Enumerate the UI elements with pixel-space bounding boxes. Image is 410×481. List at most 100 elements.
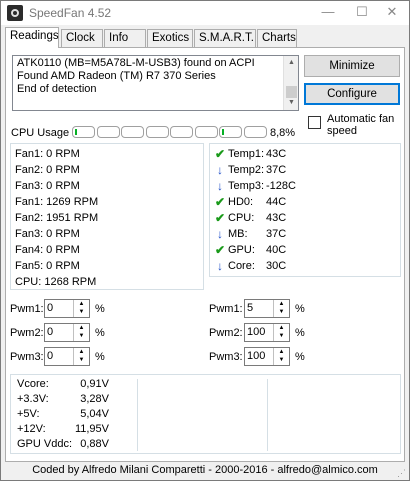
- log-line: ATK0110 (MB=M5A78L-M-USB3) found on ACPI: [17, 57, 255, 69]
- voltage-label: GPU Vddc:: [17, 438, 73, 450]
- spin-down-icon[interactable]: ▼: [274, 356, 289, 364]
- tab-charts[interactable]: Charts: [257, 29, 297, 47]
- fan-reading: Fan5: 0 RPM: [15, 260, 80, 272]
- fan-reading: Fan1: 0 RPM: [15, 148, 80, 160]
- percent-sign: %: [295, 351, 305, 363]
- percent-sign: %: [295, 303, 305, 315]
- arrow-down-icon: ↓: [217, 163, 223, 177]
- readings-panel: ATK0110 (MB=M5A78L-M-USB3) found on ACPI…: [5, 47, 405, 462]
- speedfan-app-icon: [7, 5, 23, 21]
- voltage-value: 3,28V: [80, 393, 109, 405]
- temp-value: 43C: [266, 212, 287, 224]
- percent-sign: %: [295, 327, 305, 339]
- cpu-core-meter-fill: [75, 129, 77, 135]
- log-line: End of detection: [17, 83, 97, 95]
- tab-info[interactable]: Info: [104, 29, 146, 47]
- pwm2-label: Pwm2:: [209, 327, 243, 339]
- pwm3-label: Pwm3:: [10, 351, 44, 363]
- spin-down-icon[interactable]: ▼: [74, 332, 89, 340]
- tab-readings[interactable]: Readings: [5, 27, 59, 48]
- pwm3-value: 100: [247, 350, 266, 362]
- voltage-value: 0,91V: [80, 378, 109, 390]
- log-scrollbar[interactable]: ▲ ▼: [283, 56, 298, 110]
- minimize-window-button[interactable]: —: [311, 1, 345, 25]
- voltage-column-divider: [267, 379, 268, 451]
- cpu-core-meter: [72, 126, 95, 138]
- arrow-down-icon: ↓: [217, 259, 223, 273]
- status-credits: Coded by Alfredo Milani Comparetti - 200…: [32, 464, 378, 476]
- voltage-column-divider: [137, 379, 138, 451]
- fan-reading: CPU: 1268 RPM: [15, 276, 97, 288]
- cpu-usage-label: CPU Usage: [11, 127, 70, 139]
- pwm1-stepper[interactable]: 5 ▲ ▼: [244, 299, 290, 318]
- temperatures-group: ✔ Temp1: 43C ↓ Temp2: 37C ↓ Temp3: -128C…: [209, 143, 401, 277]
- minimize-button[interactable]: Minimize: [304, 55, 400, 77]
- pwm2-value: 100: [247, 326, 266, 338]
- percent-sign: %: [95, 327, 105, 339]
- tab-exotics[interactable]: Exotics: [147, 29, 193, 47]
- temp-value: 37C: [266, 164, 287, 176]
- temp-label: Temp3:: [228, 180, 265, 192]
- fan-reading: Fan4: 0 RPM: [15, 244, 80, 256]
- cpu-core-meter: [121, 126, 144, 138]
- detection-log[interactable]: ATK0110 (MB=M5A78L-M-USB3) found on ACPI…: [12, 55, 299, 111]
- fan-reading: Fan3: 0 RPM: [15, 228, 80, 240]
- scroll-up-icon[interactable]: ▲: [284, 56, 299, 70]
- spin-up-icon[interactable]: ▲: [274, 324, 289, 332]
- cpu-usage-percent: 8,8%: [270, 127, 296, 139]
- close-window-button[interactable]: ✕: [375, 1, 409, 25]
- voltage-value: 0,88V: [80, 438, 109, 450]
- voltage-label: Vcore:: [17, 378, 49, 390]
- spin-up-icon[interactable]: ▲: [74, 300, 89, 308]
- resize-grip-icon[interactable]: ⋰: [397, 468, 407, 478]
- spin-up-icon[interactable]: ▲: [74, 348, 89, 356]
- cpu-core-meter: [170, 126, 193, 138]
- cpu-core-meter: [243, 126, 267, 138]
- fan-reading: Fan2: 0 RPM: [15, 164, 80, 176]
- pwm1-stepper[interactable]: 0 ▲ ▼: [44, 299, 90, 318]
- voltage-value: 11,95V: [74, 423, 109, 435]
- pwm2-value: 0: [47, 326, 54, 338]
- temp-value: -128C: [266, 180, 296, 192]
- fans-group: Fan1: 0 RPM Fan2: 0 RPM Fan3: 0 RPM Fan1…: [10, 143, 204, 290]
- pwm3-stepper[interactable]: 0 ▲ ▼: [44, 347, 90, 366]
- temp-label: GPU:: [228, 244, 255, 256]
- voltage-label: +12V:: [17, 423, 46, 435]
- spin-up-icon[interactable]: ▲: [74, 324, 89, 332]
- pwm1-label: Pwm1:: [209, 303, 243, 315]
- pwm3-label: Pwm3:: [209, 351, 243, 363]
- spin-down-icon[interactable]: ▼: [274, 308, 289, 316]
- spin-down-icon[interactable]: ▼: [74, 308, 89, 316]
- percent-sign: %: [95, 351, 105, 363]
- spin-down-icon[interactable]: ▼: [274, 332, 289, 340]
- spin-up-icon[interactable]: ▲: [274, 300, 289, 308]
- title-bar[interactable]: SpeedFan 4.52 — ☐ ✕: [1, 1, 409, 25]
- pwm3-stepper[interactable]: 100 ▲ ▼: [244, 347, 290, 366]
- voltage-label: +3.3V:: [17, 393, 49, 405]
- spin-up-icon[interactable]: ▲: [274, 348, 289, 356]
- automatic-fan-speed-checkbox[interactable]: [308, 116, 321, 129]
- speedfan-window: SpeedFan 4.52 — ☐ ✕ Readings Clock Info …: [0, 0, 410, 481]
- cpu-core-meter: [145, 126, 169, 138]
- pwm2-stepper[interactable]: 100 ▲ ▼: [244, 323, 290, 342]
- window-title: SpeedFan 4.52: [29, 6, 112, 20]
- configure-button[interactable]: Configure: [304, 83, 400, 105]
- check-icon: ✔: [214, 147, 226, 161]
- pwm2-stepper[interactable]: 0 ▲ ▼: [44, 323, 90, 342]
- arrow-down-icon: ↓: [217, 179, 223, 193]
- temp-value: 43C: [266, 148, 287, 160]
- cpu-core-meter: [219, 126, 242, 138]
- check-icon: ✔: [214, 211, 226, 225]
- pwm1-value: 5: [247, 302, 254, 314]
- spin-down-icon[interactable]: ▼: [74, 356, 89, 364]
- fan-reading: Fan2: 1951 RPM: [15, 212, 99, 224]
- scroll-down-icon[interactable]: ▼: [284, 96, 299, 110]
- voltage-label: +5V:: [17, 408, 40, 420]
- tab-smart[interactable]: S.M.A.R.T.: [194, 29, 256, 47]
- maximize-window-button[interactable]: ☐: [345, 1, 379, 25]
- tab-clock[interactable]: Clock: [61, 29, 103, 47]
- temp-value: 30C: [266, 260, 287, 272]
- automatic-fan-speed-label: Automatic fan speed: [327, 113, 395, 137]
- arrow-down-icon: ↓: [217, 227, 223, 241]
- temp-label: MB:: [228, 228, 248, 240]
